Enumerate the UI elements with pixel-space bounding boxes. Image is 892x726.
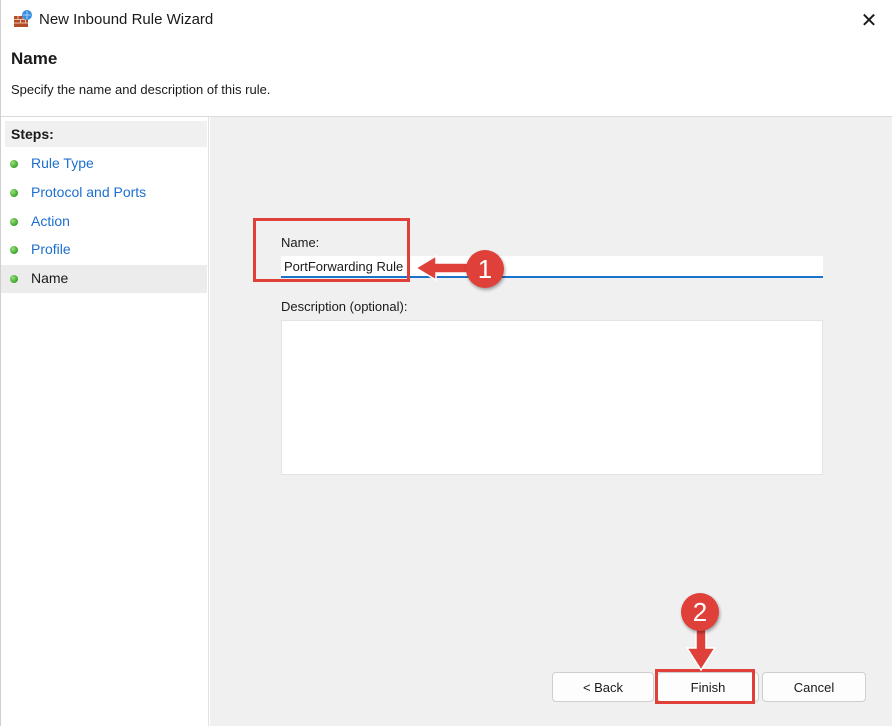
step-status-icon (10, 275, 18, 283)
step-rule-type[interactable]: Rule Type (1, 150, 207, 178)
step-label: Action (31, 213, 70, 229)
step-label: Protocol and Ports (31, 184, 147, 200)
step-action[interactable]: Action (1, 208, 207, 236)
step-label: Profile (31, 241, 71, 257)
wizard-window: New Inbound Rule Wizard ✕ Name Specify t… (0, 0, 892, 726)
title-bar: New Inbound Rule Wizard ✕ (1, 0, 892, 40)
window-title: New Inbound Rule Wizard (39, 11, 214, 28)
close-icon: ✕ (860, 9, 878, 32)
wizard-header: Name Specify the name and description of… (1, 40, 892, 116)
step-label: Rule Type (31, 155, 94, 171)
description-input[interactable] (281, 320, 823, 475)
step-badge-1: 1 (466, 250, 504, 288)
close-button[interactable]: ✕ (846, 0, 892, 40)
step-status-icon (10, 246, 18, 254)
step-label: Name (31, 270, 69, 286)
cancel-button[interactable]: Cancel (762, 672, 866, 702)
page-title: Name (11, 49, 58, 68)
name-input[interactable] (281, 256, 823, 278)
steps-header: Steps: (5, 121, 207, 147)
step-badge-2: 2 (681, 593, 719, 631)
firewall-icon (13, 9, 33, 29)
steps-title: Steps: (11, 126, 54, 142)
description-label: Description (optional): (281, 299, 408, 314)
step-name[interactable]: Name (1, 265, 207, 293)
main-panel: Name: Description (optional): < Back Fin… (210, 117, 892, 726)
step-status-icon (10, 160, 18, 168)
step-status-icon (10, 189, 18, 197)
name-label: Name: (281, 235, 320, 250)
step-protocol-and-ports[interactable]: Protocol and Ports (1, 179, 207, 207)
back-button[interactable]: < Back (552, 672, 654, 702)
steps-sidebar: Steps: Rule Type Protocol and Ports Acti… (1, 117, 209, 726)
page-subtitle: Specify the name and description of this… (11, 82, 271, 97)
step-profile[interactable]: Profile (1, 236, 207, 264)
finish-button[interactable]: Finish (657, 672, 759, 702)
step-status-icon (10, 218, 18, 226)
